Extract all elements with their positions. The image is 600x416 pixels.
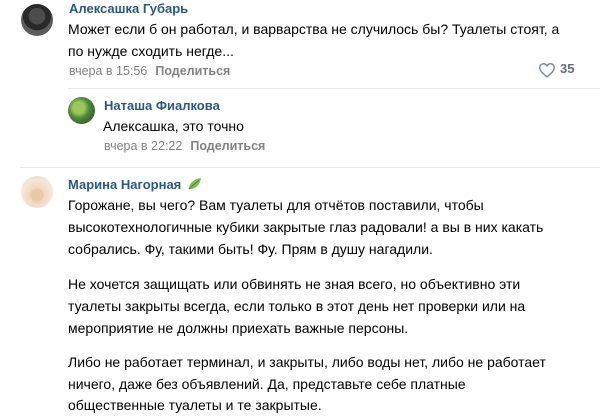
comment-meta: вчера в 15:56 Поделиться [69,64,230,78]
comment-text-line: Может если б он работал, и варварства не… [68,21,560,37]
comment-meta: вчера в 22:22 Поделиться [104,139,265,153]
comment-author[interactable]: Алексашка Губарь [69,1,188,16]
comment-text-line: по нужде сходить негде... [68,43,234,59]
comment-author[interactable]: Марина Нагорная [68,177,203,192]
comment-text-line: собрались. Фу, такими быть! Фу. Прям в д… [68,241,433,257]
comment-text-line: Не хочется защищать или обвинять не зная… [68,276,521,292]
author-name[interactable]: Марина Нагорная [68,177,181,192]
comment-text-line: мероприятие не должны приехать важные пе… [68,320,409,336]
leaf-icon [188,178,201,190]
comment-text-line: Горожане, вы чего? Вам туалеты для отчёт… [68,197,484,213]
avatar[interactable] [68,97,95,124]
comment-text-line: высокотехнологичные кубики закрытые глаз… [68,219,544,235]
comment-date[interactable]: вчера в 22:22 [104,139,182,153]
share-button[interactable]: Поделиться [155,64,230,78]
comment-text-line: Алексашка, это точно [103,118,244,134]
heart-icon [538,63,556,78]
comment-text-line: Либо не работает терминал, и закрыты, ли… [68,354,546,370]
avatar[interactable] [21,176,53,208]
comment-text-line: общественные туалеты и те закрытые. [68,397,322,413]
avatar[interactable] [21,4,53,36]
comment-date[interactable]: вчера в 15:56 [69,64,147,78]
likes-count: 35 [560,61,575,76]
comment-text-line: туалеты закрыты всегда, если только в эт… [68,298,526,314]
comment-author[interactable]: Наташа Фиалкова [104,98,220,113]
comment-text-line: ничего, даже без объявлений. Да, предста… [68,376,466,392]
divider [68,88,600,89]
share-button[interactable]: Поделиться [190,139,265,153]
divider [20,167,600,168]
like-button[interactable]: 35 [537,60,583,80]
